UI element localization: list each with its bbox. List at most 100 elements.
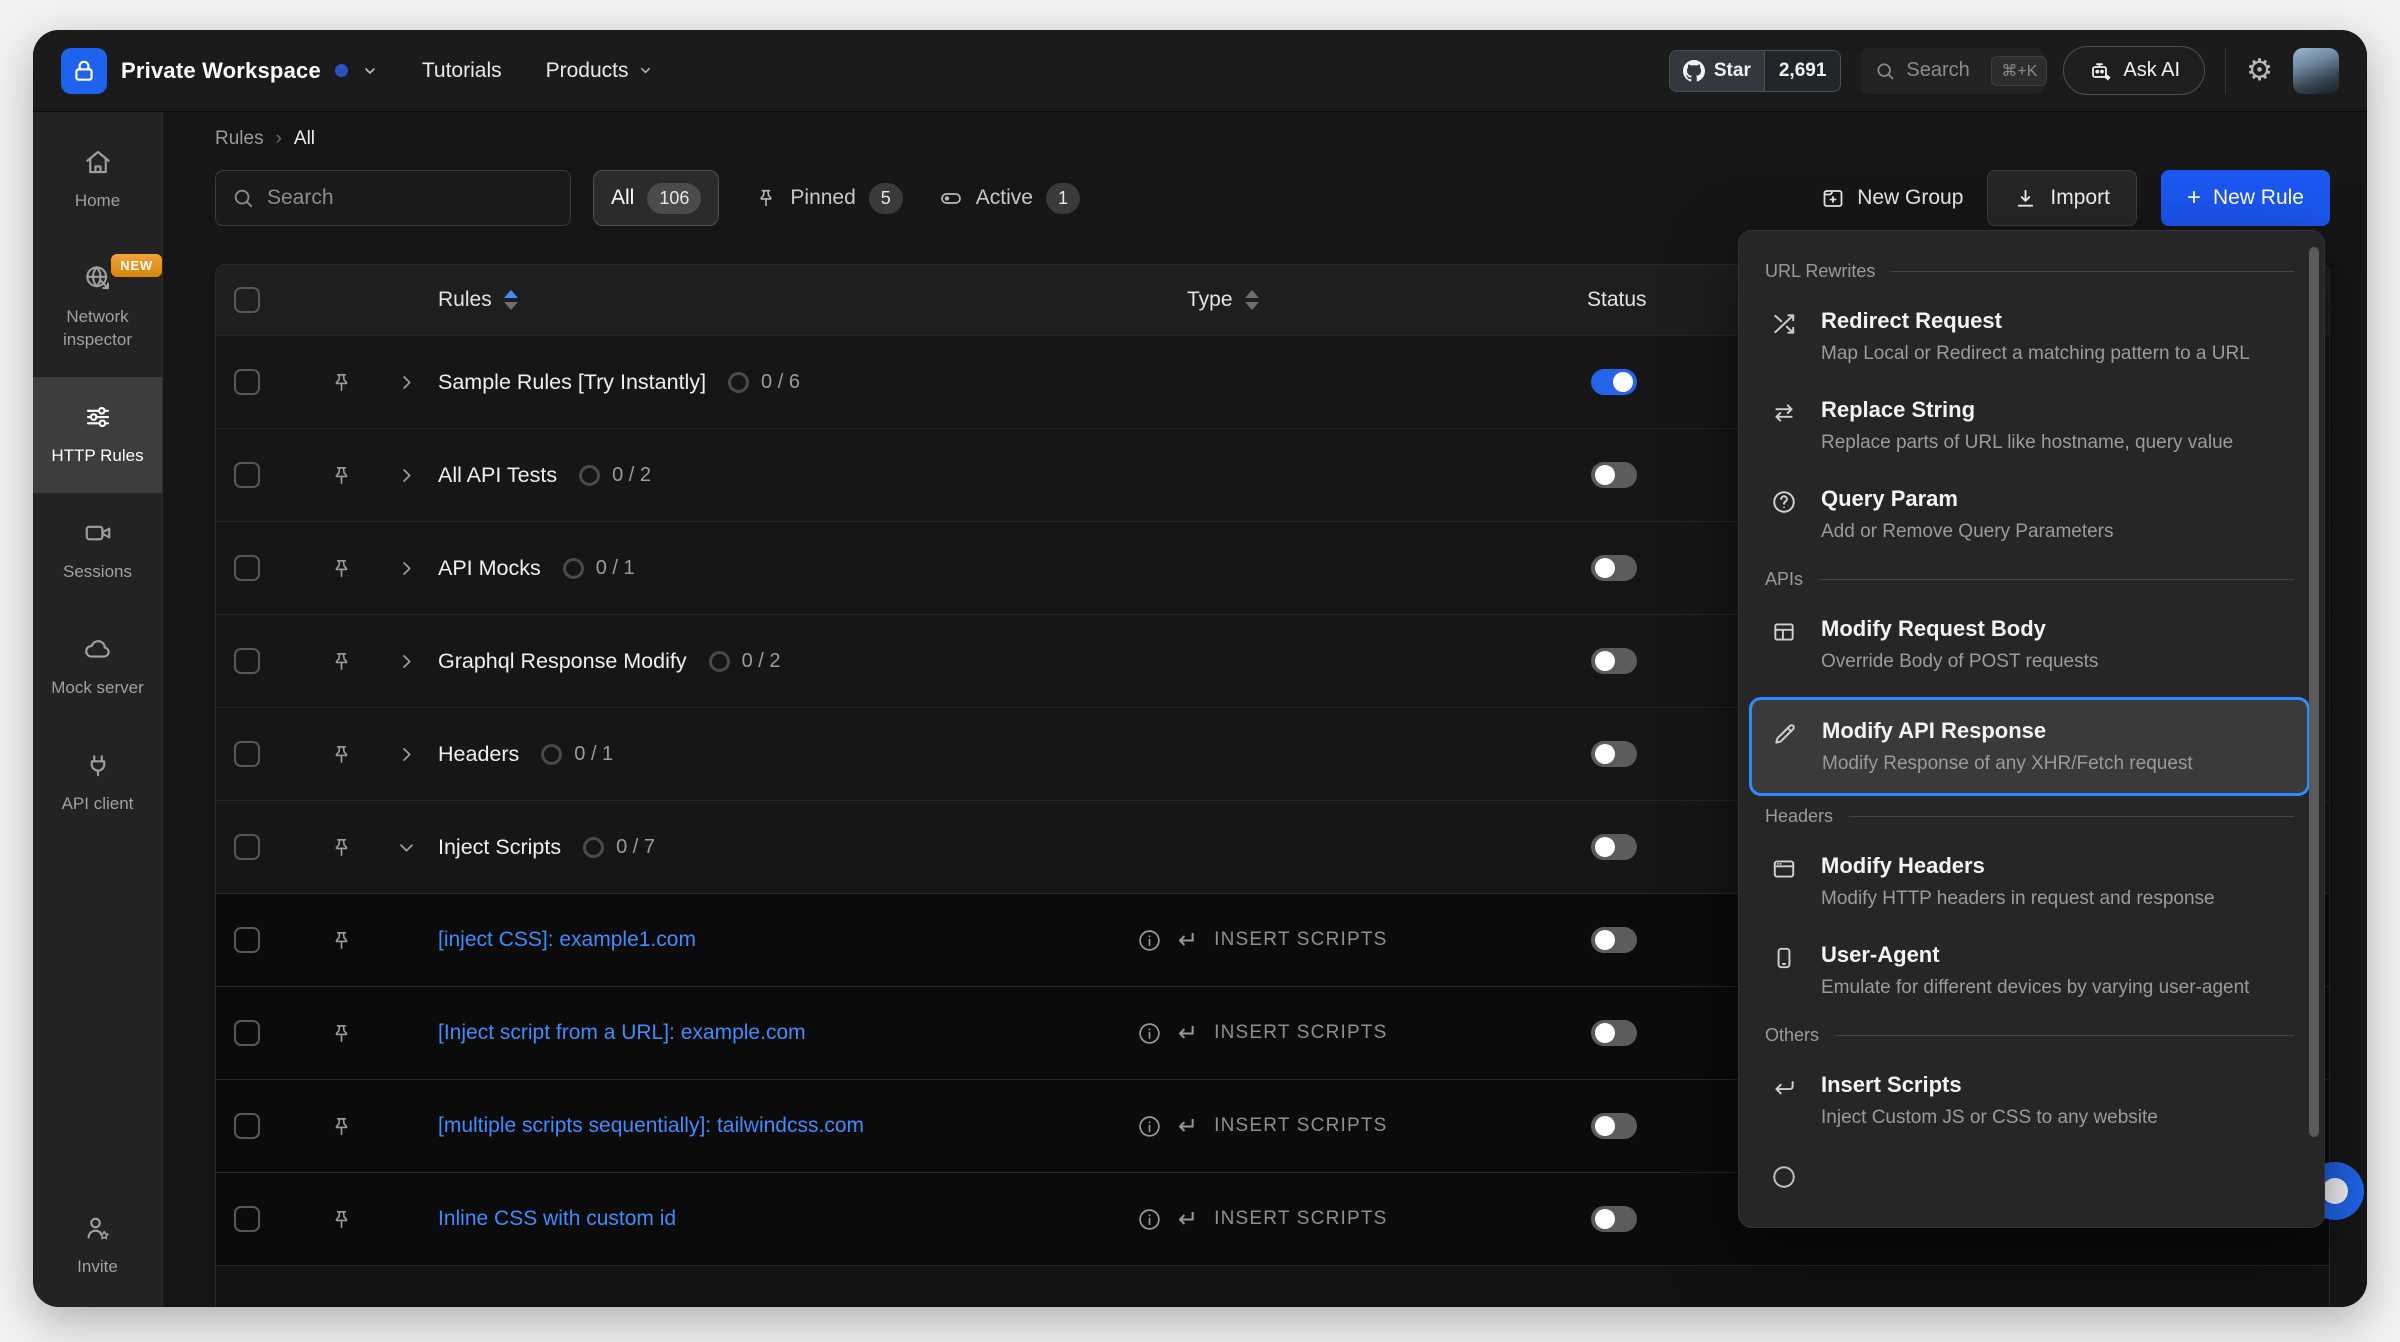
sidebar-item-label: Invite xyxy=(77,1256,118,1279)
dropdown-item-insert-scripts[interactable]: Insert Scripts Inject Custom JS or CSS t… xyxy=(1765,1056,2294,1145)
rules-search[interactable] xyxy=(215,170,571,226)
new-rule-button[interactable]: + New Rule xyxy=(2161,170,2330,226)
dropdown-item-replace-string[interactable]: Replace String Replace parts of URL like… xyxy=(1765,381,2294,470)
chevron-right-icon[interactable] xyxy=(376,559,436,578)
pin-icon[interactable] xyxy=(306,1022,376,1045)
status-toggle[interactable] xyxy=(1591,462,1637,488)
row-checkbox[interactable] xyxy=(234,1113,260,1139)
avatar[interactable] xyxy=(2293,48,2339,94)
info-icon[interactable] xyxy=(1137,1021,1162,1046)
filter-active[interactable]: Active 1 xyxy=(939,183,1080,214)
section-label: Headers xyxy=(1765,806,1833,827)
dropdown-item-modify-headers[interactable]: Modify Headers Modify HTTP headers in re… xyxy=(1765,837,2294,926)
row-checkbox[interactable] xyxy=(234,369,260,395)
column-header-type[interactable]: Type xyxy=(1137,288,1567,312)
rules-search-input[interactable] xyxy=(267,186,554,210)
dropdown-scrollbar[interactable] xyxy=(2309,247,2319,1137)
rule-name-link[interactable]: [inject CSS]: example1.com xyxy=(438,928,696,952)
group-name[interactable]: All API Tests xyxy=(438,463,557,488)
column-header-rules[interactable]: Rules xyxy=(436,288,1137,312)
group-progress: 0 / 7 xyxy=(583,836,655,859)
sidebar-item-http-rules[interactable]: HTTP Rules xyxy=(33,377,162,493)
rule-name-link[interactable]: [Inject script from a URL]: example.com xyxy=(438,1021,806,1045)
select-all-checkbox[interactable] xyxy=(234,287,260,313)
row-checkbox[interactable] xyxy=(234,1206,260,1232)
pin-icon[interactable] xyxy=(306,929,376,952)
row-checkbox[interactable] xyxy=(234,555,260,581)
chevron-right-icon[interactable] xyxy=(376,652,436,671)
pin-icon[interactable] xyxy=(306,743,376,766)
sidebar-item-api-client[interactable]: API client xyxy=(33,725,162,841)
info-icon[interactable] xyxy=(1137,1114,1162,1139)
row-checkbox[interactable] xyxy=(234,927,260,953)
rule-name-link[interactable]: Inline CSS with custom id xyxy=(438,1207,676,1231)
sidebar-item-invite[interactable]: Invite xyxy=(33,1188,162,1307)
dropdown-item-query-param[interactable]: Query Param Add or Remove Query Paramete… xyxy=(1765,470,2294,559)
row-checkbox[interactable] xyxy=(234,648,260,674)
pin-icon[interactable] xyxy=(306,1115,376,1138)
pin-icon[interactable] xyxy=(306,1208,376,1231)
pin-icon[interactable] xyxy=(306,650,376,673)
item-title: Query Param xyxy=(1821,486,2114,512)
status-toggle[interactable] xyxy=(1591,927,1637,953)
dropdown-item-modify-api-response[interactable]: Modify API Response Modify Response of a… xyxy=(1749,697,2310,796)
row-checkbox[interactable] xyxy=(234,1020,260,1046)
status-toggle[interactable] xyxy=(1591,555,1637,581)
shuffle-icon xyxy=(1771,311,1801,365)
status-toggle[interactable] xyxy=(1591,369,1637,395)
dropdown-item-modify-request-body[interactable]: Modify Request Body Override Body of POS… xyxy=(1765,600,2294,689)
import-button[interactable]: Import xyxy=(1987,170,2137,226)
group-name[interactable]: API Mocks xyxy=(438,556,541,581)
status-toggle[interactable] xyxy=(1591,741,1637,767)
gear-icon[interactable]: ⚙ xyxy=(2246,56,2273,86)
item-title: Modify Request Body xyxy=(1821,616,2098,642)
global-search-input[interactable] xyxy=(1906,59,1980,82)
workspace-switcher[interactable]: Private Workspace xyxy=(61,48,378,94)
rules-toolbar: All 106 Pinned 5 Active 1 New Group xyxy=(215,170,2330,226)
chevron-down-icon[interactable] xyxy=(376,838,436,857)
github-star-button[interactable]: Star 2,691 xyxy=(1669,50,1842,92)
sidebar-item-sessions[interactable]: Sessions xyxy=(33,493,162,609)
sidebar-item-mock-server[interactable]: Mock server xyxy=(33,609,162,725)
group-name[interactable]: Inject Scripts xyxy=(438,835,561,860)
status-toggle[interactable] xyxy=(1591,1113,1637,1139)
rule-name-link[interactable]: [multiple scripts sequentially]: tailwin… xyxy=(438,1114,864,1138)
lock-icon[interactable] xyxy=(61,48,107,94)
group-name[interactable]: Sample Rules [Try Instantly] xyxy=(438,370,706,395)
chevron-right-icon[interactable] xyxy=(376,373,436,392)
status-toggle[interactable] xyxy=(1591,648,1637,674)
info-icon[interactable] xyxy=(1137,928,1162,953)
pin-icon[interactable] xyxy=(306,464,376,487)
row-checkbox[interactable] xyxy=(234,462,260,488)
filter-pinned[interactable]: Pinned 5 xyxy=(755,183,902,214)
chevron-right-icon[interactable] xyxy=(376,745,436,764)
status-toggle[interactable] xyxy=(1591,1020,1637,1046)
dropdown-item-user-agent[interactable]: User-Agent Emulate for different devices… xyxy=(1765,926,2294,1015)
pin-icon[interactable] xyxy=(306,836,376,859)
progress-ring-icon xyxy=(563,558,584,579)
status-toggle[interactable] xyxy=(1591,1206,1637,1232)
new-group-button[interactable]: New Group xyxy=(1821,186,1963,210)
group-name[interactable]: Graphql Response Modify xyxy=(438,649,687,674)
pin-icon[interactable] xyxy=(306,557,376,580)
group-name[interactable]: Headers xyxy=(438,742,519,767)
question-circle-icon xyxy=(1771,489,1801,543)
dropdown-item-cutoff[interactable] xyxy=(1765,1145,2294,1206)
global-search[interactable]: ⌘+K xyxy=(1861,48,2043,94)
filter-all[interactable]: All 106 xyxy=(593,170,719,226)
info-icon[interactable] xyxy=(1137,1207,1162,1232)
pin-icon[interactable] xyxy=(306,371,376,394)
row-checkbox[interactable] xyxy=(234,741,260,767)
row-checkbox[interactable] xyxy=(234,834,260,860)
nav-tutorials[interactable]: Tutorials xyxy=(422,59,502,83)
breadcrumb-rules[interactable]: Rules xyxy=(215,128,264,150)
status-toggle[interactable] xyxy=(1591,834,1637,860)
sidebar-item-home[interactable]: Home xyxy=(33,122,162,238)
header-divider xyxy=(2225,48,2226,94)
sidebar-item-network-inspector[interactable]: NEW Network inspector xyxy=(33,238,162,377)
chevron-right-icon[interactable] xyxy=(376,466,436,485)
nav-products[interactable]: Products xyxy=(546,59,653,83)
dropdown-item-redirect-request[interactable]: Redirect Request Map Local or Redirect a… xyxy=(1765,292,2294,381)
ask-ai-button[interactable]: Ask AI xyxy=(2063,46,2205,95)
return-arrow-icon: ↵ xyxy=(1178,926,1198,955)
